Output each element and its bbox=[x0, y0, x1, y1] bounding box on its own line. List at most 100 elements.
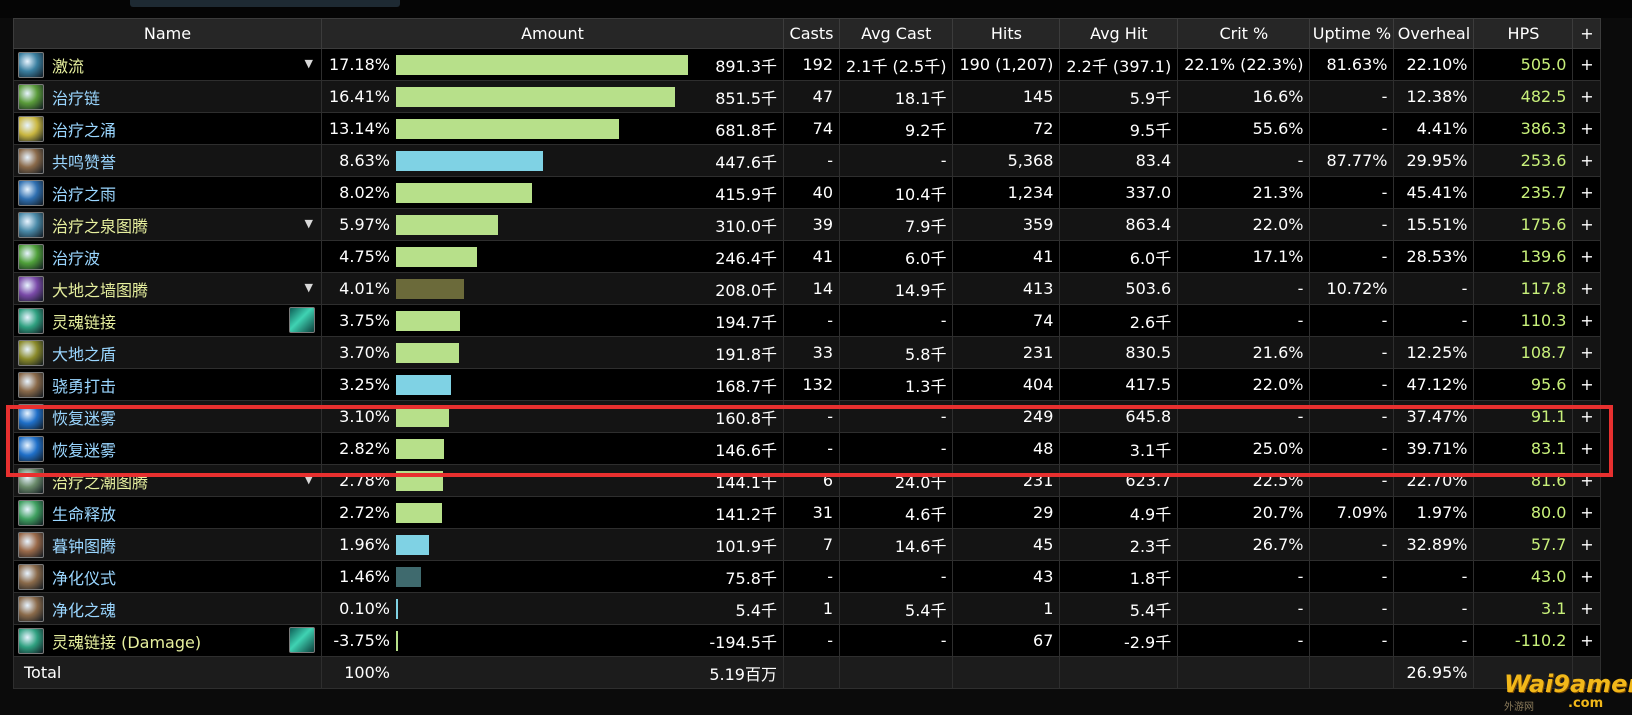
amount-bar-track bbox=[396, 374, 706, 395]
table-row[interactable]: 大地之墙图腾 ▼ 4.01% 208.0千 14 14.9千 413 503.6-10.72%… bbox=[13, 272, 1602, 305]
spell-name[interactable]: 生命释放 bbox=[52, 501, 317, 525]
spell-name-cell[interactable]: 净化之魂 bbox=[13, 592, 322, 625]
avg-cast-cell: - bbox=[838, 560, 954, 593]
spell-name[interactable]: 大地之墙图腾 bbox=[52, 277, 317, 301]
spell-name-cell[interactable]: 恢复迷雾 bbox=[13, 400, 322, 433]
table-row[interactable]: 恢复迷雾 2.82% 146.6千 - -48 3.1千 25.0% -39.71% 83.1 + bbox=[13, 432, 1602, 465]
table-row[interactable]: 治疗之雨 8.02% 415.9千 40 10.4千 1,234 337.0 21.3% -45… bbox=[13, 176, 1602, 209]
spell-name[interactable]: 治疗之涌 bbox=[52, 117, 317, 141]
expand-row-button[interactable]: + bbox=[1572, 464, 1602, 497]
expand-row-button[interactable]: + bbox=[1572, 624, 1602, 657]
spell-name-wrap: 生命释放 bbox=[18, 498, 317, 528]
column-header-amount[interactable]: Amount bbox=[321, 18, 784, 49]
expand-row-button[interactable]: + bbox=[1572, 48, 1602, 81]
spell-name-cell[interactable]: 灵魂链接 bbox=[13, 304, 322, 337]
spell-name[interactable]: 灵魂链接 bbox=[52, 309, 317, 333]
hps-cell: 43.0 bbox=[1473, 560, 1574, 593]
expand-row-button[interactable]: + bbox=[1572, 240, 1602, 273]
expand-row-button[interactable]: + bbox=[1572, 304, 1602, 337]
column-header-name[interactable]: Name bbox=[13, 18, 322, 49]
spell-name[interactable]: 治疗之潮图腾 bbox=[52, 469, 317, 493]
spell-name[interactable]: 恢复迷雾 bbox=[52, 437, 317, 461]
chevron-down-icon[interactable]: ▼ bbox=[305, 217, 313, 230]
expand-row-button[interactable]: + bbox=[1572, 272, 1602, 305]
overheal-cell: - bbox=[1393, 624, 1475, 657]
spell-name-cell[interactable]: 骁勇打击 bbox=[13, 368, 322, 401]
spell-name[interactable]: 骁勇打击 bbox=[52, 373, 317, 397]
table-row[interactable]: 大地之盾 3.70% 191.8千 33 5.8千 231 830.5 21.6% -12.25… bbox=[13, 336, 1602, 369]
column-header-avg-hit[interactable]: Avg Hit bbox=[1059, 18, 1179, 49]
spell-name[interactable]: 灵魂链接 (Damage) bbox=[52, 629, 317, 653]
table-row[interactable]: 治疗链 16.41% 851.5千 47 18.1千 145 5.9千 16.6% -12.38… bbox=[13, 80, 1602, 113]
table-row[interactable]: 生命释放 2.72% 141.2千 31 4.6千 29 4.9千 20.7% 7.09% 1.9… bbox=[13, 496, 1602, 529]
table-row[interactable]: 灵魂链接 (Damage) -3.75% -194.5千 - -67 -2.9千 - - - -1… bbox=[13, 624, 1602, 657]
table-row[interactable]: 骁勇打击 3.25% 168.7千 132 1.3千 404 417.5 22.0% -47.1… bbox=[13, 368, 1602, 401]
spell-name[interactable]: 共鸣赞誉 bbox=[52, 149, 317, 173]
chevron-down-icon[interactable]: ▼ bbox=[305, 281, 313, 294]
column-header-avg-cast[interactable]: Avg Cast bbox=[838, 18, 954, 49]
table-row[interactable]: 暮钟图腾 1.96% 101.9千 7 14.6千 45 2.3千 26.7% -32.89% 5… bbox=[13, 528, 1602, 561]
spell-name-cell[interactable]: 恢复迷雾 bbox=[13, 432, 322, 465]
column-header-uptime[interactable]: Uptime % bbox=[1309, 18, 1395, 49]
column-header-casts[interactable]: Casts bbox=[783, 18, 840, 49]
table-row[interactable]: 灵魂链接 3.75% 194.7千 - -74 2.6千 - - -110.3 + bbox=[13, 304, 1602, 337]
column-header-crit[interactable]: Crit % bbox=[1177, 18, 1311, 49]
spell-name[interactable]: 大地之盾 bbox=[52, 341, 317, 365]
spell-name[interactable]: 净化之魂 bbox=[52, 597, 317, 621]
expand-row-button[interactable]: + bbox=[1572, 560, 1602, 593]
expand-row-button[interactable]: + bbox=[1572, 336, 1602, 369]
table-row[interactable]: 治疗之潮图腾 ▼ 2.78% 144.1千 6 24.0千 231 623.7 22.5% -22… bbox=[13, 464, 1602, 497]
spell-name-cell[interactable]: 生命释放 bbox=[13, 496, 322, 529]
table-row[interactable]: 治疗波 4.75% 246.4千 41 6.0千 41 6.0千 17.1% -28.53% 13… bbox=[13, 240, 1602, 273]
column-header-overheal[interactable]: Overheal bbox=[1393, 18, 1475, 49]
chevron-down-icon[interactable]: ▼ bbox=[305, 57, 313, 70]
spell-name-cell[interactable]: 激流 ▼ bbox=[13, 48, 322, 81]
spell-name[interactable]: 治疗链 bbox=[52, 85, 317, 109]
expand-row-button[interactable]: + bbox=[1572, 592, 1602, 625]
spell-name-cell[interactable]: 大地之盾 bbox=[13, 336, 322, 369]
spell-name[interactable]: 净化仪式 bbox=[52, 565, 317, 589]
amount-value: 5.4千 bbox=[735, 600, 777, 620]
spell-name[interactable]: 恢复迷雾 bbox=[52, 405, 317, 429]
spell-name-cell[interactable]: 灵魂链接 (Damage) bbox=[13, 624, 322, 657]
spell-name[interactable]: 暮钟图腾 bbox=[52, 533, 317, 557]
spell-name-cell[interactable]: 治疗波 bbox=[13, 240, 322, 273]
table-row[interactable]: 净化仪式 1.46% 75.8千 - -43 1.8千 - - -43.0 + bbox=[13, 560, 1602, 593]
expand-row-button[interactable]: + bbox=[1572, 400, 1602, 433]
expand-row-button[interactable]: + bbox=[1572, 496, 1602, 529]
casts-cell: - bbox=[783, 400, 840, 433]
hps-cell: 80.0 bbox=[1473, 496, 1574, 529]
table-row[interactable]: 激流 ▼ 17.18% 891.3千 192 2.1千 (2.5千) 190 (1,207)… bbox=[13, 48, 1602, 81]
expand-row-button[interactable]: + bbox=[1572, 176, 1602, 209]
table-row[interactable]: 共鸣赞誉 8.63% 447.6千 - -5,368 83.4-87.77% 29.95% 2… bbox=[13, 144, 1602, 177]
chevron-down-icon[interactable]: ▼ bbox=[305, 473, 313, 486]
spell-name[interactable]: 治疗之泉图腾 bbox=[52, 213, 317, 237]
expand-row-button[interactable]: + bbox=[1572, 112, 1602, 145]
spell-name[interactable]: 治疗之雨 bbox=[52, 181, 317, 205]
add-column-button[interactable]: + bbox=[1572, 18, 1602, 49]
spell-name-cell[interactable]: 共鸣赞誉 bbox=[13, 144, 322, 177]
spell-name-cell[interactable]: 治疗之潮图腾 ▼ bbox=[13, 464, 322, 497]
expand-row-button[interactable]: + bbox=[1572, 528, 1602, 561]
spell-name-cell[interactable]: 净化仪式 bbox=[13, 560, 322, 593]
table-row[interactable]: 治疗之涌 13.14% 681.8千 74 9.2千 72 9.5千 55.6% -4.41% 3… bbox=[13, 112, 1602, 145]
expand-row-button[interactable]: + bbox=[1572, 208, 1602, 241]
expand-row-button[interactable]: + bbox=[1572, 432, 1602, 465]
table-row[interactable]: 恢复迷雾 3.10% 160.8千 - -249 645.8- -37.47% 91.1 + bbox=[13, 400, 1602, 433]
spell-name[interactable]: 激流 bbox=[52, 53, 317, 77]
expand-row-button[interactable]: + bbox=[1572, 80, 1602, 113]
spell-name-cell[interactable]: 治疗之雨 bbox=[13, 176, 322, 209]
expand-row-button[interactable]: + bbox=[1572, 368, 1602, 401]
column-header-hps[interactable]: HPS bbox=[1473, 18, 1574, 49]
spell-name-cell[interactable]: 暮钟图腾 bbox=[13, 528, 322, 561]
table-row[interactable]: 治疗之泉图腾 ▼ 5.97% 310.0千 39 7.9千 359 863.4 22.0% -15… bbox=[13, 208, 1602, 241]
spell-name[interactable]: 治疗波 bbox=[52, 245, 317, 269]
expand-row-button[interactable]: + bbox=[1572, 144, 1602, 177]
spell-name-cell[interactable]: 治疗链 bbox=[13, 80, 322, 113]
table-row[interactable]: 净化之魂 0.10% 5.4千 1 5.4千 1 5.4千 - - -3.1 + bbox=[13, 592, 1602, 625]
spell-name-cell[interactable]: 治疗之涌 bbox=[13, 112, 322, 145]
spell-name-cell[interactable]: 大地之墙图腾 ▼ bbox=[13, 272, 322, 305]
spell-name-cell[interactable]: 治疗之泉图腾 ▼ bbox=[13, 208, 322, 241]
hits-cell: 29 bbox=[952, 496, 1061, 529]
column-header-hits[interactable]: Hits bbox=[952, 18, 1061, 49]
